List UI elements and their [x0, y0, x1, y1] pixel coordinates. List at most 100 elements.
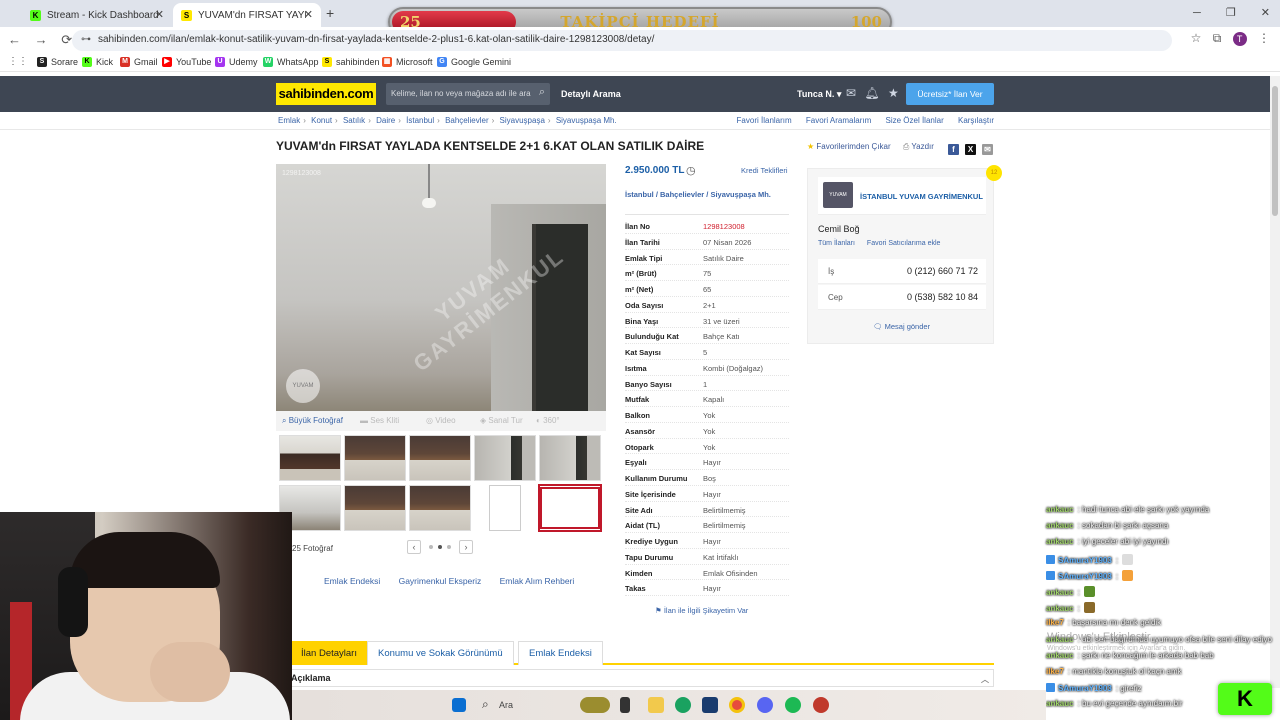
app-icon[interactable] — [813, 697, 829, 713]
breadcrumb-item[interactable]: Daire — [376, 116, 395, 125]
breadcrumb-item[interactable]: Satılık — [343, 116, 365, 125]
windows-start-icon[interactable] — [452, 698, 466, 712]
breadcrumb-item[interactable]: Konut — [311, 116, 332, 125]
unfavorite-link[interactable]: Favorilerimden Çıkar — [816, 142, 890, 151]
browser-toolbar-icons[interactable]: ☆ ⧉ T ⋮ — [1191, 31, 1270, 46]
pager-dot[interactable] — [429, 545, 433, 549]
tab-location[interactable]: Konumu ve Sokak Görünümü — [367, 641, 514, 665]
chevron-right-icon[interactable]: › — [459, 540, 473, 554]
complaint-link[interactable]: ⚑ İlan ile İlgili Şikayetim Var — [655, 606, 748, 615]
apps-icon[interactable]: ⋮⋮ — [8, 56, 28, 67]
chat-username[interactable]: SAmuraY1903 — [1058, 572, 1112, 581]
print-link[interactable]: Yazdır — [911, 142, 934, 151]
tab-sahibinden-listing[interactable]: S YUVAM'dn FIRSAT YAYLADA KE ✕ — [173, 3, 321, 27]
work-phone[interactable]: 0 (212) 660 71 72 — [907, 266, 978, 276]
all-listings-link[interactable]: Tüm İlanları — [818, 240, 855, 247]
store-card[interactable]: YUVAM İSTANBUL YUVAM GAYRİMENKUL — [818, 177, 986, 215]
breadcrumb-item[interactable]: Siyavuşpaşa — [500, 116, 545, 125]
chat-username[interactable]: SAmuraY1903 — [1058, 556, 1112, 565]
chat-username[interactable]: ankauc — [1046, 651, 1074, 660]
ekspertiz-link[interactable]: Gayrimenkul Eksperiz — [399, 576, 482, 586]
large-photo-button[interactable]: ⌕ Büyük Fotoğraf — [282, 416, 343, 426]
search-input[interactable]: Kelime, ilan no veya mağaza adı ile ara … — [386, 83, 550, 105]
search-icon[interactable]: ⌕ — [539, 86, 545, 99]
chat-username[interactable]: SAmuraY1903 — [1058, 684, 1112, 693]
audio-clip-button[interactable]: ▬ Ses Kliti — [360, 416, 399, 425]
breadcrumb-item[interactable]: Bahçelievler — [445, 116, 489, 125]
taskbar-search[interactable]: Ara — [499, 700, 513, 710]
profile-avatar[interactable]: T — [1232, 32, 1247, 46]
send-message-link[interactable]: 🗨︎ Mesaj gönder — [873, 322, 930, 331]
mail-icon[interactable]: ✉ — [982, 144, 993, 155]
chat-username[interactable]: ankauc — [1046, 537, 1074, 546]
alim-rehberi-link[interactable]: Emlak Alım Rehberi — [500, 576, 575, 586]
thumbnail[interactable] — [344, 485, 406, 531]
user-menu[interactable]: Tunca N. ▾ — [797, 89, 841, 100]
bookmark-microsoft[interactable]: ▦ Microsoft — [382, 57, 433, 67]
credit-offers-link[interactable]: Kredi Teklifleri — [741, 166, 788, 175]
spotify-icon[interactable] — [785, 697, 801, 713]
post-listing-button[interactable]: Ücretsiz* İlan Ver — [906, 83, 994, 105]
x-icon[interactable]: X — [965, 144, 976, 155]
chat-username[interactable]: ilke7 — [1046, 618, 1064, 627]
chat-username[interactable]: ankauc — [1046, 505, 1074, 514]
chat-username[interactable]: ankauc — [1046, 699, 1074, 708]
tab-kick-dashboard[interactable]: K Stream - Kick Dashboard ✕ — [22, 3, 172, 27]
chat-username[interactable]: ankauc — [1046, 521, 1074, 530]
facebook-icon[interactable]: f — [948, 144, 959, 155]
task-view-icon[interactable] — [620, 697, 630, 713]
thumbnail[interactable] — [409, 485, 471, 531]
bookmark-sahibinden[interactable]: Ssahibinden — [322, 57, 380, 67]
video-button[interactable]: ◎ Video — [426, 416, 456, 425]
tab-emlak-endeksi[interactable]: Emlak Endeksi — [518, 641, 603, 665]
store-icon[interactable] — [702, 697, 718, 713]
site-logo[interactable]: sahibinden.com — [276, 83, 376, 105]
bookmark-kick[interactable]: K Kick — [82, 57, 113, 67]
thumbnail[interactable] — [344, 435, 406, 481]
special-listings-link[interactable]: Size Özel İlanlar — [886, 116, 944, 125]
search-icon[interactable]: ⌕ — [482, 697, 489, 712]
url-input[interactable]: ⊶ sahibinden.com/ilan/emlak-konut-satili… — [72, 30, 1172, 51]
panorama-button[interactable]: ◐ 360° — [536, 416, 560, 425]
bookmark-whatsapp[interactable]: W WhatsApp — [263, 57, 319, 67]
chat-username[interactable]: ankauc — [1046, 588, 1074, 597]
discord-icon[interactable] — [757, 697, 773, 713]
new-tab-button[interactable]: + — [326, 5, 334, 21]
pager-dot[interactable] — [438, 545, 442, 549]
store-name[interactable]: İSTANBUL YUVAM GAYRİMENKUL — [860, 192, 983, 201]
favorite-listings-link[interactable]: Favori İlanlarım — [737, 116, 792, 125]
close-icon[interactable]: ✕ — [155, 8, 164, 21]
bookmark-youtube[interactable]: ▶ YouTube — [162, 57, 211, 67]
site-info-icon[interactable]: ⊶ — [81, 34, 91, 45]
widget-icon[interactable] — [580, 697, 610, 713]
compare-link[interactable]: Karşılaştır — [958, 116, 994, 125]
chevron-left-icon[interactable]: ‹ — [407, 540, 421, 554]
favorite-seller-link[interactable]: Favori Satıcılarıma ekle — [867, 240, 941, 247]
thumbnail[interactable] — [474, 435, 536, 481]
main-photo[interactable]: YUVAM GAYRİMENKUL YUVAM 1298123008 — [276, 164, 606, 411]
listing-location[interactable]: İstanbul / Bahçelievler / Siyavuşpaşa Mh… — [625, 190, 785, 200]
chevron-up-icon[interactable]: ︿ — [981, 672, 989, 688]
breadcrumb-item[interactable]: Siyavuşpaşa Mh. — [556, 116, 617, 125]
description-header[interactable]: Açıklama ︿ — [290, 669, 994, 687]
bookmark-gemini[interactable]: G Google Gemini — [437, 57, 511, 67]
virtual-tour-button[interactable]: ◈ Sanal Tur — [480, 416, 523, 425]
chrome-icon[interactable] — [729, 697, 745, 713]
window-controls[interactable]: ─ ❐ ✕ — [1193, 6, 1270, 19]
thumbnail[interactable] — [489, 485, 521, 531]
bookmark-gmail[interactable]: M Gmail — [120, 57, 158, 67]
file-explorer-icon[interactable] — [648, 697, 664, 713]
mobile-phone[interactable]: 0 (538) 582 10 84 — [907, 292, 978, 302]
chat-username[interactable]: ilke7 — [1046, 667, 1064, 676]
breadcrumb-item[interactable]: Emlak — [278, 116, 300, 125]
price-history-icon[interactable]: ◷ — [686, 164, 696, 177]
pager-dot[interactable] — [447, 545, 451, 549]
scrollbar-thumb[interactable] — [1272, 86, 1278, 216]
chat-username[interactable]: ankauc — [1046, 604, 1074, 613]
tab-listing-details[interactable]: İlan Detayları — [290, 641, 368, 665]
bookmark-sorare[interactable]: S Sorare — [37, 57, 78, 67]
close-icon[interactable]: ✕ — [304, 8, 313, 21]
header-icons[interactable]: ✉ 🔔︎ ★ — [846, 86, 899, 100]
thumbnail[interactable] — [279, 435, 341, 481]
breadcrumb-item[interactable]: İstanbul — [406, 116, 434, 125]
